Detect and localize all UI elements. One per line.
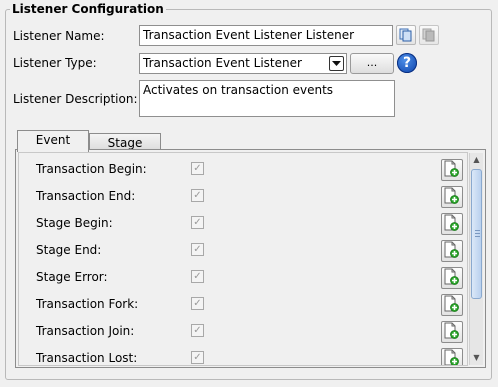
list-item: Transaction Fork: ✓ <box>19 291 467 318</box>
add-document-icon <box>444 268 459 285</box>
scroll-down-icon[interactable]: ▼ <box>470 351 483 365</box>
event-label: Transaction Join: <box>36 324 135 338</box>
add-handler-button[interactable] <box>441 240 463 262</box>
add-document-icon <box>444 349 459 365</box>
list-item: Transaction Begin: ✓ <box>19 156 467 183</box>
event-checkbox[interactable]: ✓ <box>191 324 204 337</box>
grip-line <box>475 230 480 231</box>
browse-button[interactable]: ... <box>350 53 394 74</box>
add-handler-button[interactable] <box>441 267 463 289</box>
add-handler-button[interactable] <box>441 321 463 343</box>
list-item: Transaction Lost: ✓ <box>19 345 467 365</box>
paste-button[interactable] <box>419 25 439 45</box>
add-document-icon <box>444 241 459 258</box>
list-item: Transaction End: ✓ <box>19 183 467 210</box>
listener-type-dropdown-button[interactable] <box>329 56 344 71</box>
scroll-thumb[interactable] <box>471 169 482 299</box>
scroll-up-icon[interactable]: ▲ <box>470 153 483 167</box>
listener-description-label: Listener Description: <box>13 92 138 106</box>
event-label: Transaction Lost: <box>36 351 138 365</box>
event-label: Stage Error: <box>36 270 108 284</box>
help-icon[interactable]: ? <box>397 53 417 73</box>
grip-line <box>475 236 480 237</box>
event-list: Transaction Begin: ✓ Transaction End: ✓ … <box>18 152 468 366</box>
event-label: Stage End: <box>36 243 102 257</box>
copy-icon <box>399 28 412 42</box>
event-label: Stage Begin: <box>36 216 113 230</box>
listener-type-value: Transaction Event Listener <box>143 56 302 70</box>
event-checkbox[interactable]: ✓ <box>191 270 204 283</box>
event-label: Transaction End: <box>36 189 136 203</box>
event-checkbox[interactable]: ✓ <box>191 216 204 229</box>
add-handler-button[interactable] <box>441 213 463 235</box>
add-document-icon <box>444 214 459 231</box>
add-document-icon <box>444 187 459 204</box>
event-checkbox[interactable]: ✓ <box>191 351 204 364</box>
grip-line <box>475 233 480 234</box>
add-handler-button[interactable] <box>441 159 463 181</box>
add-handler-button[interactable] <box>441 186 463 208</box>
listener-name-input[interactable]: Transaction Event Listener Listener <box>139 25 393 46</box>
event-checkbox[interactable]: ✓ <box>191 189 204 202</box>
event-label: Transaction Begin: <box>36 162 147 176</box>
group-title: Listener Configuration <box>10 2 166 16</box>
event-tab-panel: Transaction Begin: ✓ Transaction End: ✓ … <box>15 149 486 368</box>
vertical-scrollbar[interactable]: ▲ ▼ <box>469 153 483 365</box>
event-checkbox[interactable]: ✓ <box>191 243 204 256</box>
copy-button[interactable] <box>396 25 416 45</box>
list-item: Stage Error: ✓ <box>19 264 467 291</box>
add-document-icon <box>444 160 459 177</box>
listener-type-label: Listener Type: <box>13 56 97 70</box>
add-document-icon <box>444 295 459 312</box>
event-checkbox[interactable]: ✓ <box>191 297 204 310</box>
listener-type-select[interactable]: Transaction Event Listener <box>139 53 347 74</box>
listener-description-input[interactable]: Activates on transaction events <box>139 80 395 117</box>
chevron-down-icon <box>332 60 341 66</box>
tab-event[interactable]: Event <box>17 130 89 152</box>
paste-icon <box>422 28 435 42</box>
list-item: Stage End: ✓ <box>19 237 467 264</box>
event-label: Transaction Fork: <box>36 297 139 311</box>
event-checkbox[interactable]: ✓ <box>191 162 204 175</box>
add-handler-button[interactable] <box>441 294 463 316</box>
list-item: Stage Begin: ✓ <box>19 210 467 237</box>
add-handler-button[interactable] <box>441 348 463 365</box>
list-item: Transaction Join: ✓ <box>19 318 467 345</box>
add-document-icon <box>444 322 459 339</box>
listener-name-label: Listener Name: <box>13 29 105 43</box>
